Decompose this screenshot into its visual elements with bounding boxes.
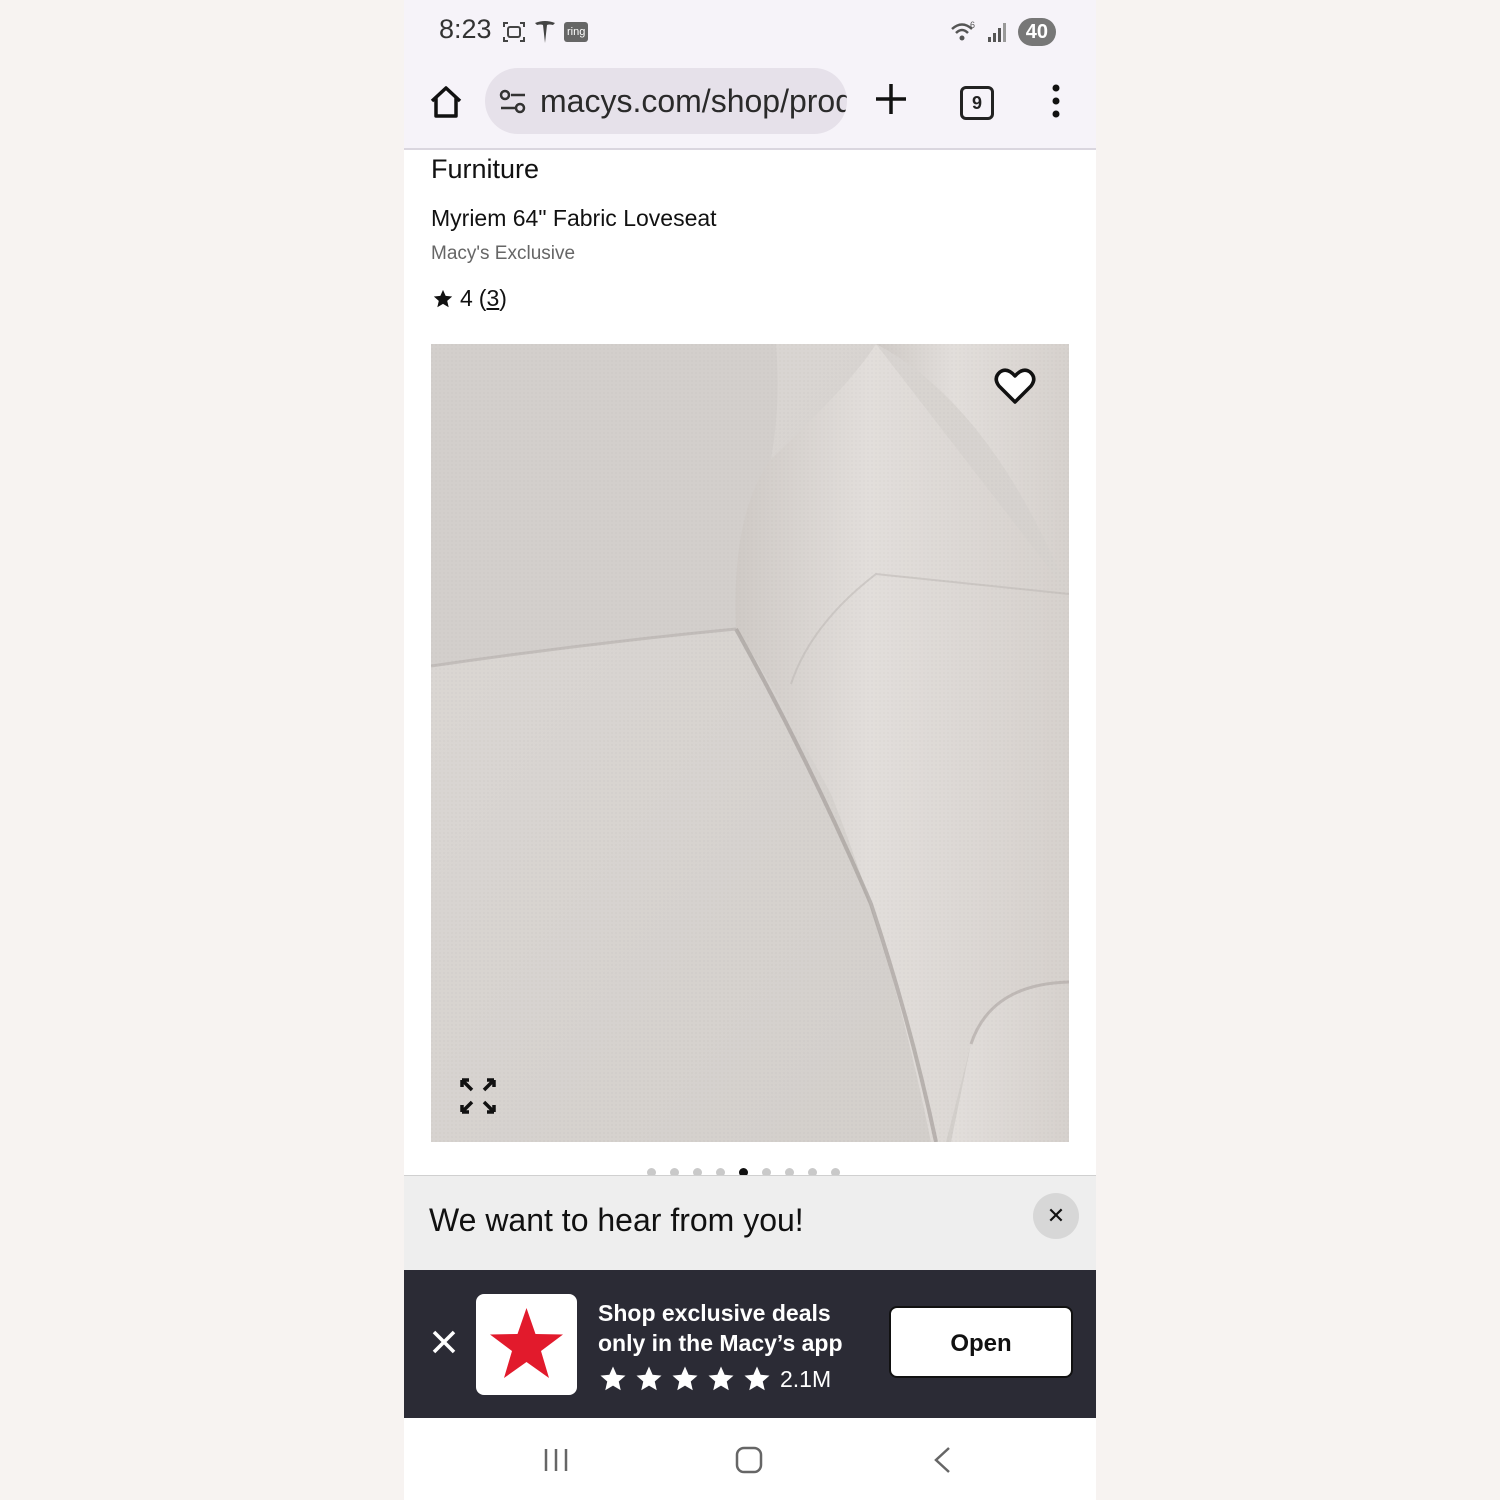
- status-time: 8:23: [439, 14, 492, 44]
- rating-star-icon: [636, 1366, 662, 1391]
- address-bar[interactable]: macys.com/shop/prod: [485, 68, 847, 134]
- status-bar: 8:23 ring 6 40: [404, 0, 1096, 64]
- macys-app-logo: [476, 1294, 577, 1395]
- app-rating-count: 2.1M: [780, 1365, 832, 1392]
- wishlist-heart-icon[interactable]: [994, 366, 1036, 406]
- rating-star-icon: [744, 1366, 770, 1391]
- home-nav-icon[interactable]: [734, 1445, 764, 1475]
- rating-star-icon: [672, 1366, 698, 1391]
- more-options-icon[interactable]: [1048, 82, 1064, 120]
- system-nav-bar: [404, 1418, 1096, 1500]
- fullscreen-expand-icon[interactable]: [458, 1076, 498, 1116]
- product-rating[interactable]: 4 (3): [432, 285, 507, 312]
- new-tab-icon[interactable]: [874, 82, 908, 116]
- review-count[interactable]: (3): [479, 285, 507, 312]
- battery-indicator: 40: [1017, 18, 1056, 46]
- rating-star-icon: [708, 1366, 734, 1391]
- product-brand[interactable]: Macy's Exclusive: [431, 243, 575, 265]
- category-title[interactable]: Furniture: [431, 154, 539, 185]
- phone-screen: 8:23 ring 6 40 macys.com/shop/prod 9 Fur…: [404, 0, 1096, 1500]
- tesla-icon: [535, 21, 555, 43]
- svg-text:6: 6: [970, 20, 975, 30]
- loveseat-photo: [431, 344, 1069, 1142]
- notification-icons: ring: [502, 18, 589, 46]
- feedback-banner: We want to hear from you! ✕: [404, 1175, 1096, 1271]
- product-title: Myriem 64" Fabric Loveseat: [431, 205, 717, 231]
- signal-icon: [987, 23, 1006, 42]
- site-settings-icon[interactable]: [499, 89, 527, 115]
- wifi-icon: 6: [950, 20, 975, 41]
- app-install-banner: Shop exclusive deals only in the Macy’s …: [404, 1270, 1096, 1418]
- feedback-text: We want to hear from you!: [429, 1202, 804, 1238]
- system-icons: 6 40: [950, 18, 1056, 46]
- rating-star-icon: [600, 1366, 626, 1391]
- feedback-close-button[interactable]: ✕: [1033, 1193, 1079, 1239]
- close-icon[interactable]: [430, 1328, 458, 1356]
- rating-value: 4: [460, 285, 473, 311]
- ring-app-icon: ring: [564, 22, 589, 42]
- macys-star-icon: [490, 1308, 563, 1378]
- browser-toolbar: macys.com/shop/prod 9: [404, 64, 1096, 150]
- star-icon: [433, 289, 453, 307]
- home-icon[interactable]: [426, 82, 466, 122]
- back-icon[interactable]: [932, 1445, 952, 1475]
- product-image[interactable]: [431, 344, 1069, 1142]
- open-app-button[interactable]: Open: [889, 1306, 1073, 1378]
- app-banner-title: Shop exclusive deals only in the Macy’s …: [598, 1300, 843, 1356]
- screenshot-icon: [503, 22, 525, 42]
- recent-apps-icon[interactable]: [542, 1446, 570, 1474]
- url-text: macys.com/shop/prod: [540, 83, 847, 119]
- app-rating: 2.1M: [598, 1364, 831, 1394]
- tab-switcher-button[interactable]: 9: [960, 86, 994, 120]
